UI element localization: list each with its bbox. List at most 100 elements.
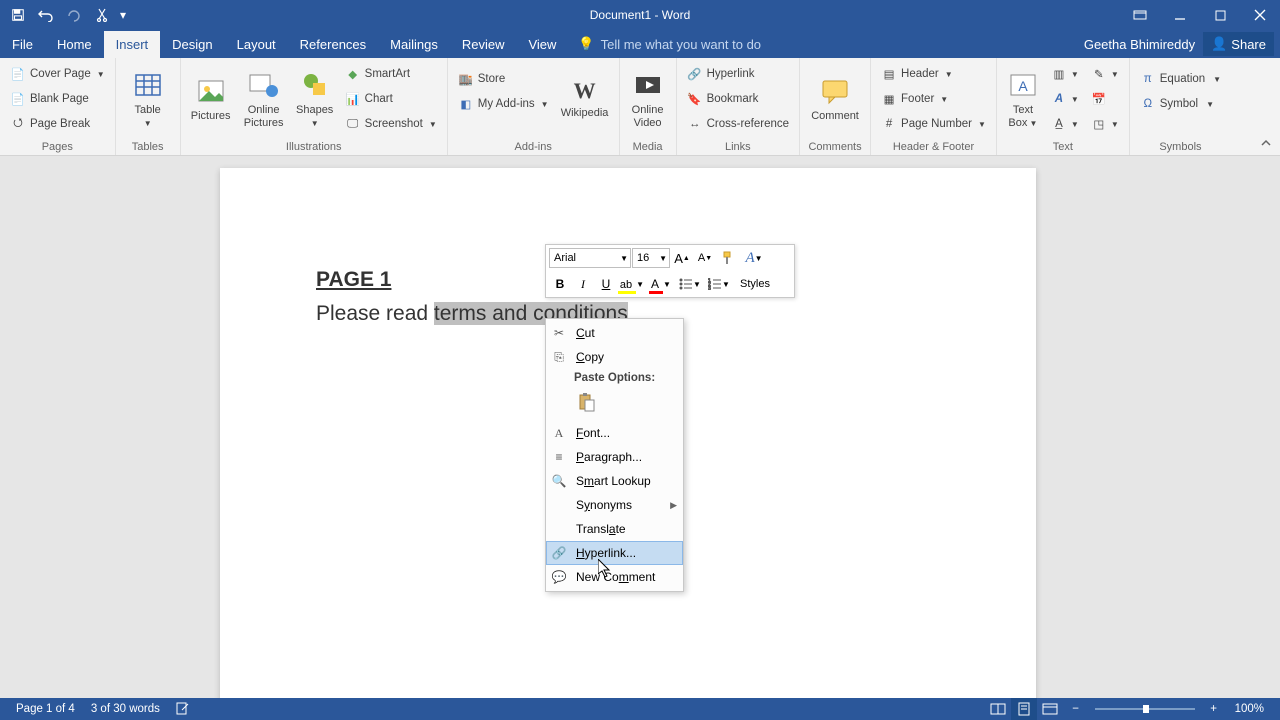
- online-pictures-button[interactable]: Online Pictures: [239, 60, 289, 138]
- tell-me[interactable]: 💡 Tell me what you want to do: [568, 30, 771, 58]
- footer-label: Footer: [901, 93, 934, 105]
- collapse-ribbon-button[interactable]: [1258, 135, 1274, 151]
- status-words[interactable]: 3 of 30 words: [83, 703, 168, 715]
- styles-dropdown[interactable]: A▼: [740, 247, 768, 269]
- bold-button[interactable]: B: [549, 273, 571, 295]
- status-page[interactable]: Page 1 of 4: [8, 703, 83, 715]
- cross-reference-button[interactable]: ↔Cross-reference: [683, 113, 793, 135]
- minimize-button[interactable]: [1160, 0, 1200, 30]
- footer-button[interactable]: ▦Footer ▼: [877, 88, 990, 110]
- ctx-new-comment[interactable]: 💬New Comment: [546, 565, 683, 589]
- signature-button[interactable]: ✎▼: [1087, 63, 1123, 85]
- zoom-level[interactable]: 100%: [1227, 703, 1272, 715]
- page-number-button[interactable]: #Page Number ▼: [877, 113, 990, 135]
- status-proofing[interactable]: [168, 701, 198, 718]
- pictures-button[interactable]: Pictures: [187, 60, 235, 138]
- link-icon: 🔗: [687, 66, 703, 82]
- font-color-button[interactable]: A▼: [647, 273, 675, 295]
- pagenum-icon: #: [881, 116, 897, 132]
- comment-button[interactable]: Comment: [806, 60, 864, 138]
- underline-button[interactable]: U: [595, 273, 617, 295]
- user-name[interactable]: Geetha Bhimireddy: [1084, 37, 1195, 52]
- styles-label[interactable]: Styles: [734, 278, 776, 290]
- smartart-button[interactable]: ◆SmartArt: [341, 63, 441, 85]
- font-name-combo[interactable]: Arial▼: [549, 248, 631, 268]
- grow-font-button[interactable]: A▲: [671, 247, 693, 269]
- shrink-font-button[interactable]: A▼: [694, 247, 716, 269]
- date-time-button[interactable]: 📅: [1087, 88, 1123, 110]
- ctx-font[interactable]: AFont...: [546, 421, 683, 445]
- group-text: A Text Box ▼ ▥▼ A▼ A̲▼ ✎▼ 📅 ◳▼ Text: [997, 58, 1130, 155]
- ctx-paragraph[interactable]: ≡Paragraph...: [546, 445, 683, 469]
- cover-page-button[interactable]: 📄Cover Page ▼: [6, 63, 109, 85]
- read-mode-button[interactable]: [985, 698, 1011, 720]
- ctx-paste-options: [546, 387, 683, 421]
- ctx-synonyms[interactable]: Synonyms▶: [546, 493, 683, 517]
- cut-qat-button[interactable]: [88, 1, 116, 29]
- print-layout-button[interactable]: [1011, 698, 1037, 720]
- highlight-button[interactable]: ab▼: [618, 273, 646, 295]
- share-button[interactable]: 👤 Share: [1203, 32, 1274, 56]
- quick-parts-button[interactable]: ▥▼: [1047, 63, 1083, 85]
- zoom-in-button[interactable]: +: [1201, 698, 1227, 720]
- tab-home[interactable]: Home: [45, 31, 104, 58]
- header-icon: ▤: [881, 66, 897, 82]
- symbol-button[interactable]: ΩSymbol ▼: [1136, 93, 1225, 115]
- font-size-combo[interactable]: 16▼: [632, 248, 670, 268]
- shapes-button[interactable]: Shapes▼: [293, 60, 337, 138]
- chevron-right-icon: ▶: [670, 500, 677, 511]
- ctx-smart-lookup[interactable]: 🔍Smart Lookup: [546, 469, 683, 493]
- zoom-slider[interactable]: [1095, 708, 1195, 710]
- group-header-footer: ▤Header ▼ ▦Footer ▼ #Page Number ▼ Heade…: [871, 58, 997, 155]
- shapes-label: Shapes: [296, 104, 333, 116]
- chart-button[interactable]: 📊Chart: [341, 88, 441, 110]
- online-video-button[interactable]: Online Video: [626, 60, 670, 138]
- undo-button[interactable]: [32, 1, 60, 29]
- close-button[interactable]: [1240, 0, 1280, 30]
- title-bar: ▾ Document1 - Word: [0, 0, 1280, 30]
- ctx-translate[interactable]: Translate: [546, 517, 683, 541]
- redo-button[interactable]: [60, 1, 88, 29]
- tab-references[interactable]: References: [288, 31, 378, 58]
- save-button[interactable]: [4, 1, 32, 29]
- tab-insert[interactable]: Insert: [104, 31, 161, 58]
- screenshot-button[interactable]: 🖵Screenshot ▼: [341, 113, 441, 135]
- hyperlink-button[interactable]: 🔗Hyperlink: [683, 63, 793, 85]
- tab-layout[interactable]: Layout: [225, 31, 288, 58]
- page-break-button[interactable]: ⭯Page Break: [6, 113, 109, 135]
- table-button[interactable]: Table▼: [122, 60, 174, 138]
- web-layout-button[interactable]: [1037, 698, 1063, 720]
- ribbon-display-button[interactable]: [1120, 0, 1160, 30]
- blank-page-button[interactable]: 📄Blank Page: [6, 88, 109, 110]
- object-icon: ◳: [1091, 116, 1107, 132]
- numbering-button[interactable]: 123▼: [705, 273, 733, 295]
- tab-file[interactable]: File: [0, 31, 45, 58]
- object-button[interactable]: ◳▼: [1087, 113, 1123, 135]
- format-painter-button[interactable]: [717, 247, 739, 269]
- wikipedia-button[interactable]: W Wikipedia: [557, 60, 613, 138]
- maximize-button[interactable]: [1200, 0, 1240, 30]
- tab-review[interactable]: Review: [450, 31, 517, 58]
- tab-design[interactable]: Design: [160, 31, 224, 58]
- wordart-button[interactable]: A▼: [1047, 88, 1083, 110]
- bookmark-button[interactable]: 🔖Bookmark: [683, 88, 793, 110]
- tab-mailings[interactable]: Mailings: [378, 31, 450, 58]
- ctx-hyperlink[interactable]: 🔗Hyperlink...: [546, 541, 683, 565]
- bullets-button[interactable]: ▼: [676, 273, 704, 295]
- ctx-copy[interactable]: ⎘Copy: [546, 345, 683, 369]
- header-button[interactable]: ▤Header ▼: [877, 63, 990, 85]
- my-addins-button[interactable]: ◧My Add-ins ▼: [454, 93, 553, 115]
- drop-cap-button[interactable]: A̲▼: [1047, 113, 1083, 135]
- italic-button[interactable]: I: [572, 273, 594, 295]
- qat-customize[interactable]: ▾: [116, 1, 130, 29]
- text-box-button[interactable]: A Text Box ▼: [1003, 60, 1043, 138]
- equation-button[interactable]: πEquation ▼: [1136, 68, 1225, 90]
- tab-view[interactable]: View: [516, 31, 568, 58]
- symbol-label: Symbol: [1160, 98, 1198, 110]
- store-icon: 🏬: [458, 71, 474, 87]
- store-button[interactable]: 🏬Store: [454, 68, 553, 90]
- paste-keep-formatting[interactable]: [574, 389, 600, 415]
- zoom-out-button[interactable]: −: [1063, 698, 1089, 720]
- ctx-cut[interactable]: ✂Cut: [546, 321, 683, 345]
- comment-icon: [819, 75, 851, 107]
